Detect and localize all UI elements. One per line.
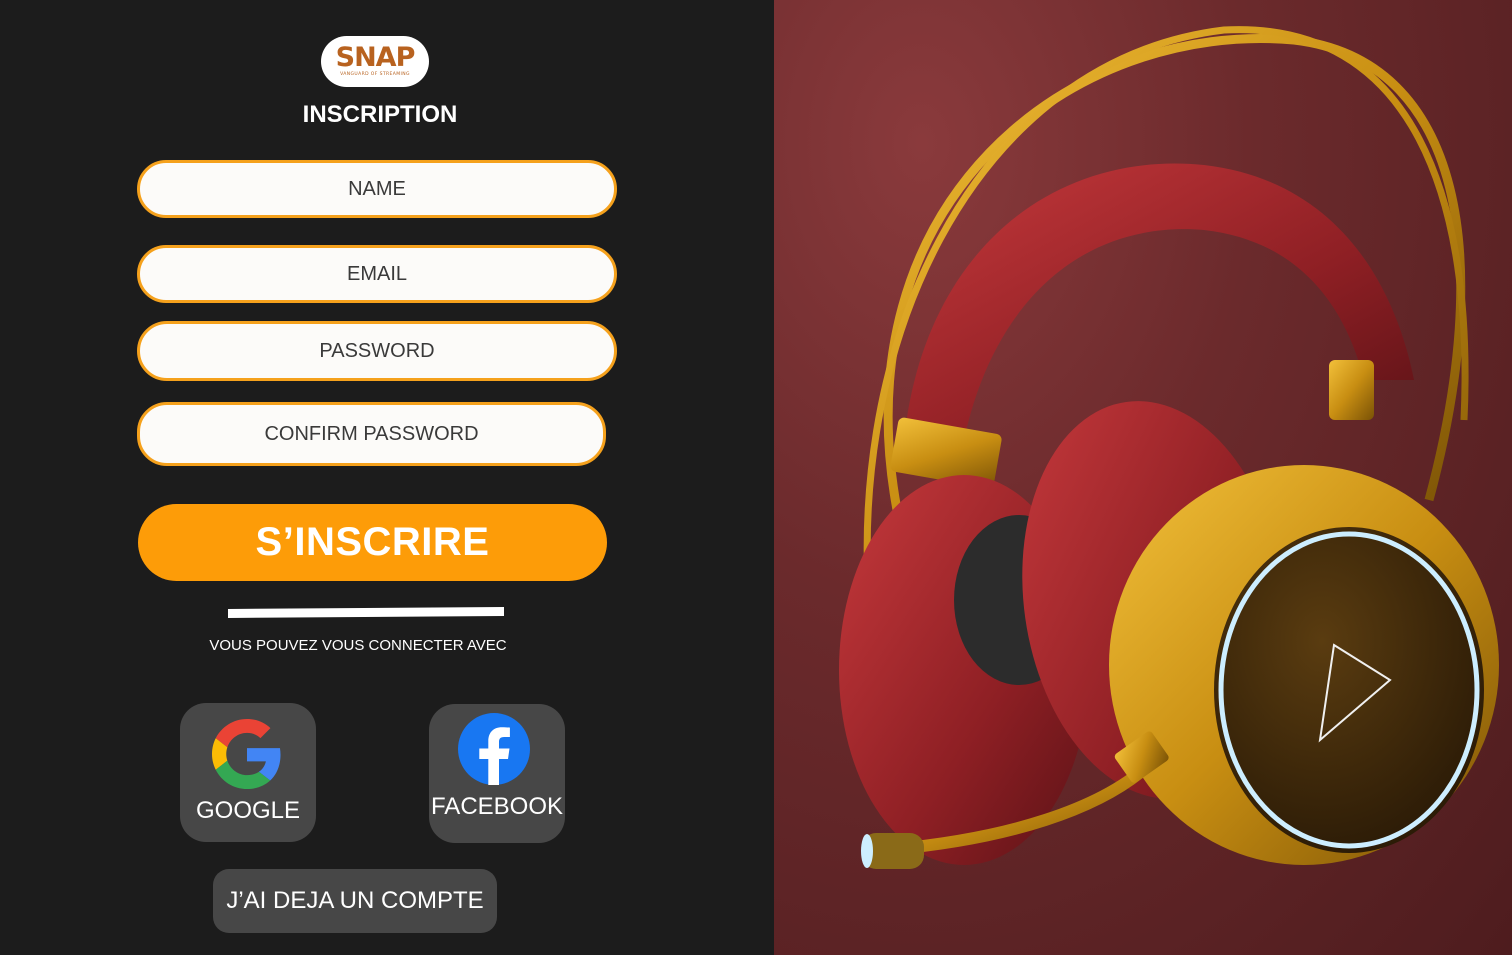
headphones-image — [839, 26, 1499, 869]
logo-tagline: VANGUARD OF STREAMING — [340, 72, 410, 77]
social-caption: VOUS POUVEZ VOUS CONNECTER AVEC — [209, 637, 507, 654]
password-field[interactable] — [137, 321, 617, 381]
facebook-button[interactable]: FACEBOOK — [429, 704, 565, 843]
signup-panel: SNAP VANGUARD OF STREAMING INSCRIPTION S… — [0, 0, 774, 955]
confirm-password-field[interactable] — [137, 402, 606, 466]
signup-button[interactable]: S’INSCRIRE — [138, 504, 607, 581]
page-title: INSCRIPTION — [302, 101, 458, 128]
facebook-label: FACEBOOK — [430, 793, 564, 820]
snap-logo: SNAP VANGUARD OF STREAMING — [321, 36, 429, 87]
logo-word: SNAP — [335, 42, 416, 73]
google-g-icon — [212, 719, 281, 789]
facebook-f-icon — [458, 713, 530, 785]
name-field[interactable] — [137, 160, 617, 218]
google-label: GOOGLE — [195, 797, 301, 824]
divider — [228, 607, 504, 618]
email-field[interactable] — [137, 245, 617, 303]
google-button[interactable]: GOOGLE — [180, 703, 316, 842]
hero-panel — [774, 0, 1512, 955]
existing-account-button[interactable]: J’AI DEJA UN COMPTE — [213, 869, 497, 933]
